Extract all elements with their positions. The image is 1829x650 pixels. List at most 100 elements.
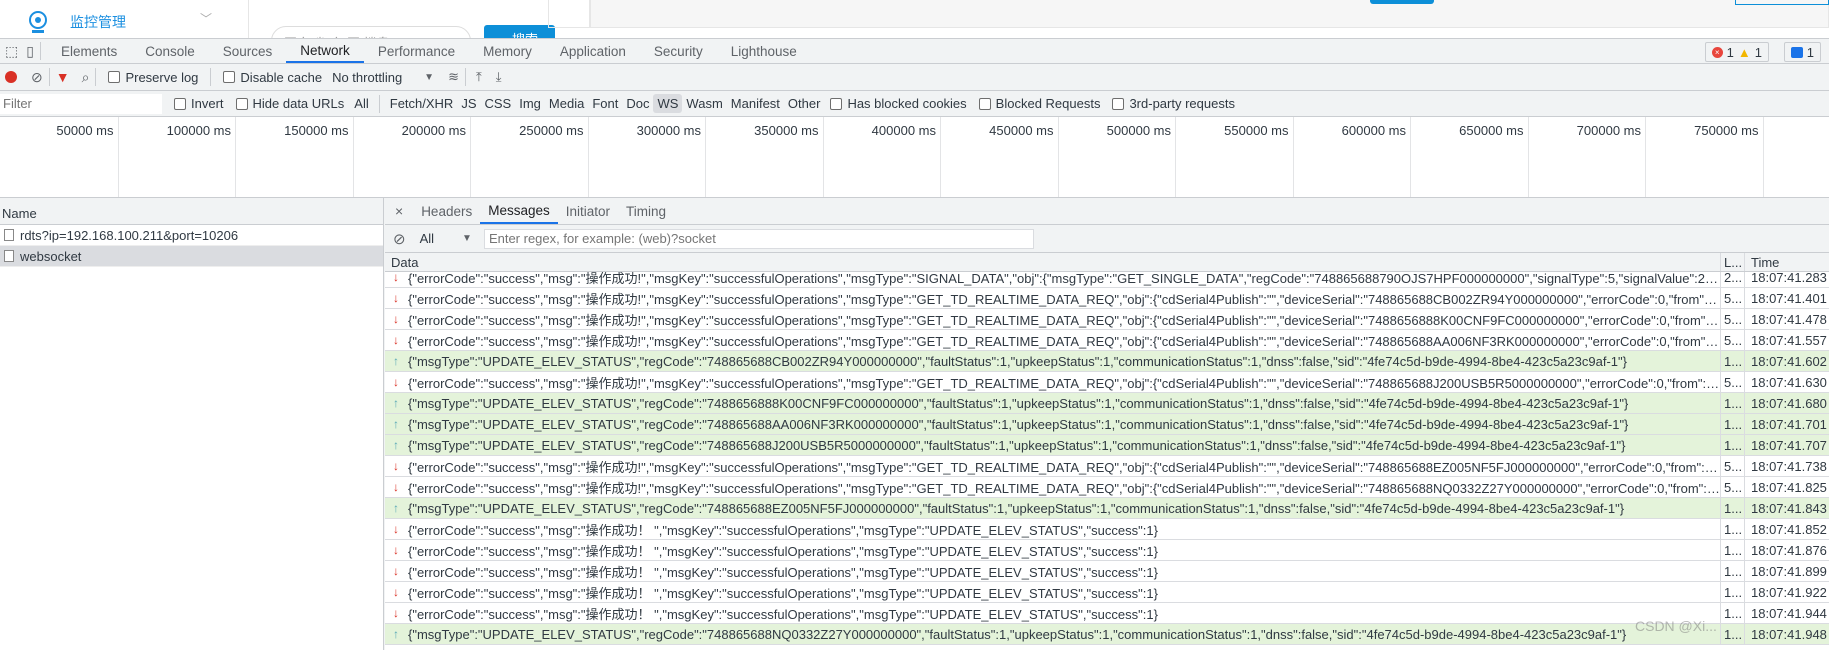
preserve-log-checkbox[interactable]: Preserve log: [108, 70, 198, 85]
tab-timing[interactable]: Timing: [618, 198, 674, 224]
length-column-header[interactable]: L...: [1721, 253, 1745, 271]
tab-elements[interactable]: Elements: [47, 39, 131, 63]
filter-type-doc[interactable]: Doc: [622, 94, 653, 113]
message-row[interactable]: ↑ {"msgType":"UPDATE_ELEV_STATUS","regCod…: [385, 414, 1829, 435]
tab-performance[interactable]: Performance: [364, 39, 469, 63]
import-har-icon[interactable]: ⤒: [476, 69, 482, 85]
message-time: 18:07:41.630: [1751, 374, 1827, 390]
tab-sources[interactable]: Sources: [209, 39, 287, 63]
blocked-requests-checkbox[interactable]: Blocked Requests: [978, 96, 1100, 111]
message-row[interactable]: ↓ {"errorCode":"success","msg":"操作成功!","m…: [385, 309, 1829, 330]
page-button[interactable]: [1370, 0, 1434, 4]
message-row[interactable]: ↓ {"errorCode":"success","msg":"操作成功!","m…: [385, 372, 1829, 393]
tab-messages[interactable]: Messages: [480, 198, 558, 224]
message-row[interactable]: ↑ {"msgType":"UPDATE_ELEV_STATUS","regCod…: [385, 435, 1829, 456]
dropdown-arrow-icon[interactable]: ▼: [462, 233, 472, 244]
chevron-down-icon[interactable]: ﹀: [200, 10, 212, 27]
clear-icon[interactable]: ⊘: [31, 69, 43, 86]
message-row[interactable]: ↓ {"errorCode":"success","msg":"操作成功!","m…: [385, 288, 1829, 309]
network-overview[interactable]: 50000 ms 100000 ms 150000 ms 200000 ms 25000…: [0, 117, 1829, 198]
filter-type-media[interactable]: Media: [545, 94, 588, 113]
message-time: 18:07:41.852: [1751, 521, 1827, 537]
message-row[interactable]: ↓ {"errorCode":"success","msg":"操作成功!","m…: [385, 330, 1829, 351]
overview-gridline: [822, 117, 824, 197]
overview-gridline: [1410, 117, 1411, 197]
invert-checkbox[interactable]: Invert: [174, 96, 224, 111]
filter-type-font[interactable]: Font: [588, 94, 622, 113]
message-row[interactable]: ↑ {"msgType":"UPDATE_ELEV_STATUS","regCod…: [385, 624, 1829, 645]
third-party-checkbox[interactable]: 3rd-party requests: [1112, 96, 1235, 111]
message-row[interactable]: ↓ {"errorCode":"success","msg":"操作成功！ ","…: [385, 540, 1829, 561]
record-icon[interactable]: [5, 71, 17, 83]
tab-memory[interactable]: Memory: [469, 39, 546, 63]
message-row[interactable]: ↓ {"errorCode":"success","msg":"操作成功！ ","…: [385, 582, 1829, 603]
filter-type-all[interactable]: All: [350, 94, 372, 113]
filter-type-other[interactable]: Other: [784, 94, 825, 113]
tab-lighthouse[interactable]: Lighthouse: [717, 39, 811, 63]
message-row[interactable]: ↑ {"msgType":"UPDATE_ELEV_STATUS","regCod…: [385, 498, 1829, 519]
message-time: 18:07:41.876: [1751, 542, 1827, 558]
filter-input[interactable]: [0, 93, 162, 114]
disable-cache-checkbox[interactable]: Disable cache: [223, 70, 322, 85]
tab-application[interactable]: Application: [546, 39, 640, 63]
messages-counter[interactable]: 1: [1783, 42, 1821, 62]
search-input[interactable]: 国家/省/市/区/楼盘: [271, 26, 471, 38]
message-length: 1...: [1721, 603, 1745, 623]
filter-type-css[interactable]: CSS: [481, 94, 516, 113]
export-har-icon[interactable]: ⤓: [496, 69, 502, 85]
close-icon[interactable]: ×: [385, 203, 413, 219]
message-row[interactable]: ↓ {"errorCode":"success","msg":"操作成功!","m…: [385, 456, 1829, 477]
filter-type-js[interactable]: JS: [457, 94, 480, 113]
message-time: 18:07:41.283: [1751, 272, 1827, 285]
hide-data-urls-checkbox[interactable]: Hide data URLs: [235, 96, 344, 111]
time-column-header[interactable]: Time: [1745, 255, 1779, 270]
divider: [378, 94, 380, 113]
name-column-header[interactable]: Name: [0, 198, 383, 225]
search-icon[interactable]: ⌕: [82, 69, 90, 86]
page-input[interactable]: [1735, 0, 1829, 5]
message-row[interactable]: ↓ {"errorCode":"success","msg":"操作成功！ ","…: [385, 519, 1829, 540]
filter-type-wasm[interactable]: Wasm: [682, 94, 726, 113]
message-count: 1: [1806, 44, 1814, 60]
filter-type-fetchxhr[interactable]: Fetch/XHR: [386, 94, 458, 113]
message-row[interactable]: ↑ {"msgType":"UPDATE_ELEV_STATUS","regCod…: [385, 393, 1829, 414]
tab-console[interactable]: Console: [131, 39, 209, 63]
filter-type-ws[interactable]: WS: [653, 94, 683, 113]
device-toolbar-icon[interactable]: ▯: [26, 43, 34, 60]
issues-counter[interactable]: × 1 ▲ 1: [1704, 42, 1769, 62]
sidebar-item-monitor[interactable]: 监控管理: [70, 12, 126, 32]
regex-filter-input[interactable]: [483, 228, 1034, 249]
inspect-element-icon[interactable]: ⬚: [5, 43, 18, 60]
devtools: ⬚ ▯ Elements Console Sources Network Perform…: [0, 38, 1829, 650]
tab-security[interactable]: Security: [640, 39, 717, 63]
message-type-select[interactable]: All: [420, 231, 434, 246]
message-length: 5...: [1721, 477, 1745, 497]
network-conditions-icon[interactable]: ≋: [448, 69, 459, 85]
message-row[interactable]: ↓ {"errorCode":"success","msg":"操作成功!","m…: [385, 477, 1829, 498]
tab-headers[interactable]: Headers: [413, 198, 480, 224]
messages-filter-bar: ⊘ All ▼: [385, 225, 1829, 253]
overview-gridline: [1645, 117, 1646, 197]
message-data: {"msgType":"UPDATE_ELEV_STATUS","regCode…: [408, 416, 1629, 432]
overview-tick-label: 50000 ms: [56, 123, 114, 138]
message-row[interactable]: ↓ {"errorCode":"success","msg":"操作成功！ ","…: [385, 561, 1829, 582]
dropdown-arrow-icon[interactable]: ▼: [424, 72, 434, 83]
message-data: {"errorCode":"success","msg":"操作成功!","ms…: [408, 480, 1720, 496]
request-row[interactable]: websocket: [0, 246, 383, 267]
has-blocked-cookies-checkbox[interactable]: Has blocked cookies: [830, 96, 967, 111]
tab-initiator[interactable]: Initiator: [558, 198, 618, 224]
search-button[interactable]: 搜索: [484, 25, 555, 38]
filter-icon[interactable]: ▼: [56, 69, 70, 85]
throttling-select[interactable]: No throttling: [332, 70, 402, 85]
clear-messages-icon[interactable]: ⊘: [393, 230, 406, 248]
message-row[interactable]: ↓ {"errorCode":"success","msg":"操作成功！ ","…: [385, 603, 1829, 624]
request-row[interactable]: rdts?ip=192.168.100.211&port=10206: [0, 225, 383, 246]
message-row[interactable]: ↑ {"msgType":"UPDATE_ELEV_STATUS","regCod…: [385, 351, 1829, 372]
tab-network[interactable]: Network: [286, 39, 364, 63]
message-row[interactable]: ↓ {"errorCode":"success","msg":"操作成功!","m…: [385, 272, 1829, 288]
messages-table[interactable]: ↓ {"errorCode":"success","msg":"操作成功!","m…: [385, 272, 1829, 650]
filter-type-manifest[interactable]: Manifest: [727, 94, 784, 113]
received-arrow-down-icon: ↓: [393, 333, 399, 347]
data-column-header[interactable]: Data: [385, 253, 1721, 271]
filter-type-img[interactable]: Img: [515, 94, 545, 113]
